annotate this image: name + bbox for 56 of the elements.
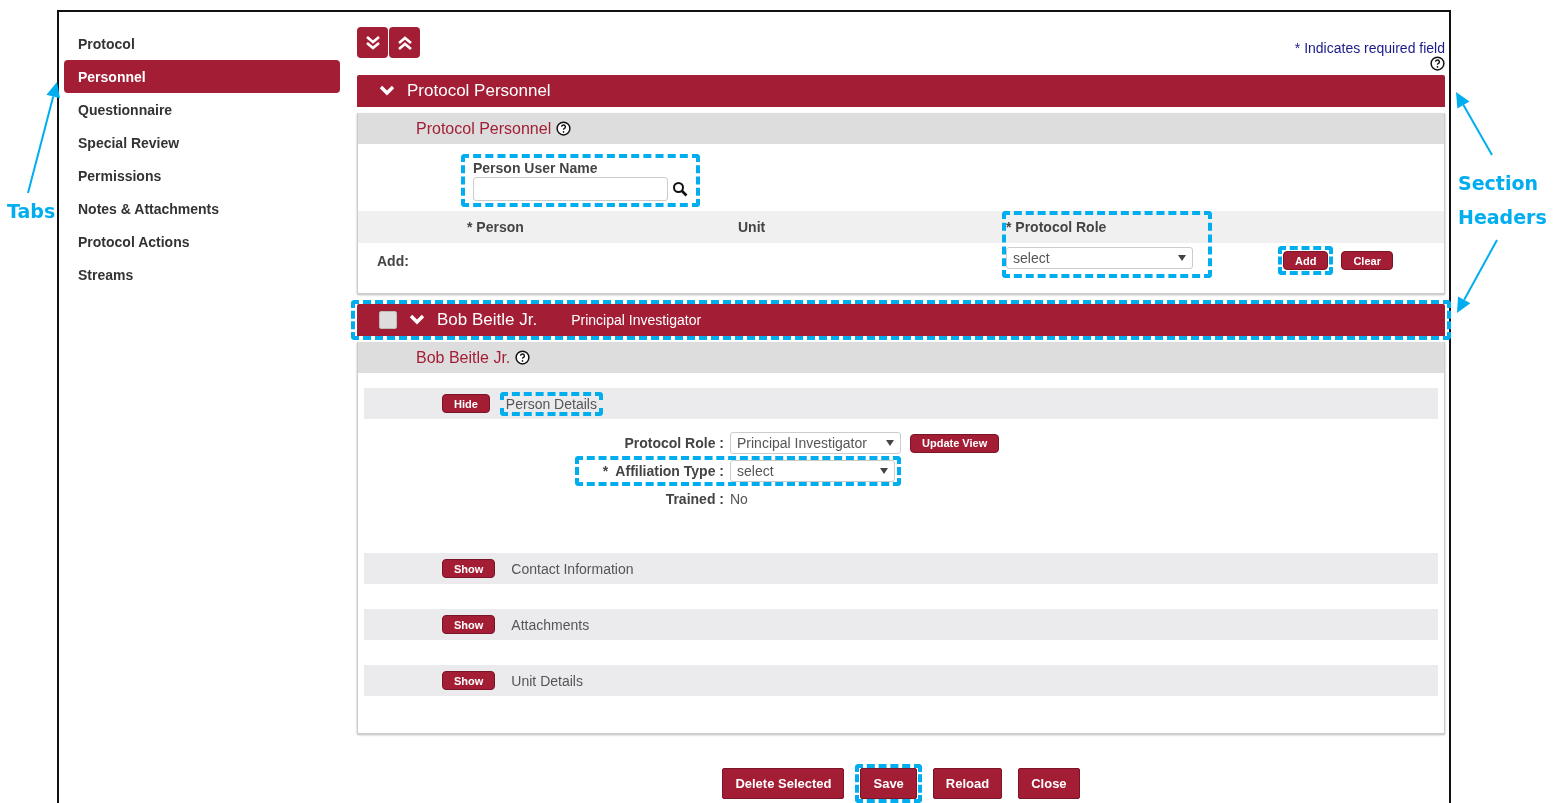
expand-button[interactable] [357,27,388,58]
footer-button[interactable]: Close [1018,768,1080,799]
field-value: No [730,491,748,507]
row-button[interactable]: Add [1283,251,1329,270]
section-header[interactable]: Protocol Personnel [357,75,1445,107]
sidebar-tab[interactable]: Protocol Actions [64,225,340,258]
subsection-title: Bob Beitle Jr. [416,348,511,367]
toggle-button[interactable]: Show [442,559,496,578]
column-header: Unit [738,219,767,235]
collapse-button[interactable] [389,27,420,58]
chevron-down-icon[interactable] [409,314,425,326]
chevron-down-icon[interactable] [379,85,395,97]
caret-down-icon [1178,255,1186,261]
dropdown-field[interactable]: Principal Investigator [730,432,901,454]
toggle-button[interactable]: Hide [442,394,490,413]
toggle-button[interactable]: Show [442,671,496,690]
column-header: * Protocol Role [1006,218,1107,237]
callout-label: Tabs [7,199,56,224]
sidebar-tab[interactable]: Notes & Attachments [64,192,340,225]
callout-label: Section Headers [1458,171,1548,230]
footer-button[interactable]: Save [860,768,917,799]
sidebar-tab[interactable]: Protocol [64,27,340,60]
caret-down-icon [886,440,894,446]
help-icon[interactable] [515,350,531,365]
input-field[interactable] [473,177,668,201]
subsection-title: Contact Information [511,560,634,577]
caret-down-icon [880,468,888,474]
toggle-button[interactable]: Show [442,615,496,634]
sidebar-tab[interactable]: Special Review [64,126,340,159]
footer-button[interactable]: Delete Selected [722,768,845,799]
update-button[interactable]: Update View [910,433,1000,453]
field-label: Protocol Role : [623,435,725,451]
field-label: Trained : [664,491,725,507]
callout-arrow [1456,92,1493,156]
help-icon[interactable] [1430,56,1445,71]
subsection-title: Protocol Personnel [416,119,552,138]
sidebar-tab[interactable]: Personnel [64,60,340,93]
dropdown-field[interactable]: select [730,460,895,482]
role-select[interactable]: select [1006,247,1193,269]
row-label: Add: [376,252,410,269]
section-header[interactable]: Bob Beitle Jr. Principal Investigator [357,304,1445,336]
row-button[interactable]: Clear [1341,251,1393,270]
field-label: * Affiliation Type : [601,463,725,479]
sidebar-tab[interactable]: Questionnaire [64,93,340,126]
column-header: * Person [467,219,525,235]
field-label: Person User Name [473,160,598,176]
required-note: * Indicates required field [1294,40,1445,56]
help-icon[interactable] [556,121,572,136]
search-icon[interactable] [672,181,688,197]
sidebar-tab[interactable]: Streams [64,258,340,291]
checkbox[interactable] [379,311,397,329]
subsection-title: Person Details [505,395,597,412]
subsection-title: Attachments [511,616,590,633]
subsection-title: Unit Details [511,672,583,689]
sidebar-tab[interactable]: Permissions [64,159,340,192]
footer-button[interactable]: Reload [932,768,1003,799]
